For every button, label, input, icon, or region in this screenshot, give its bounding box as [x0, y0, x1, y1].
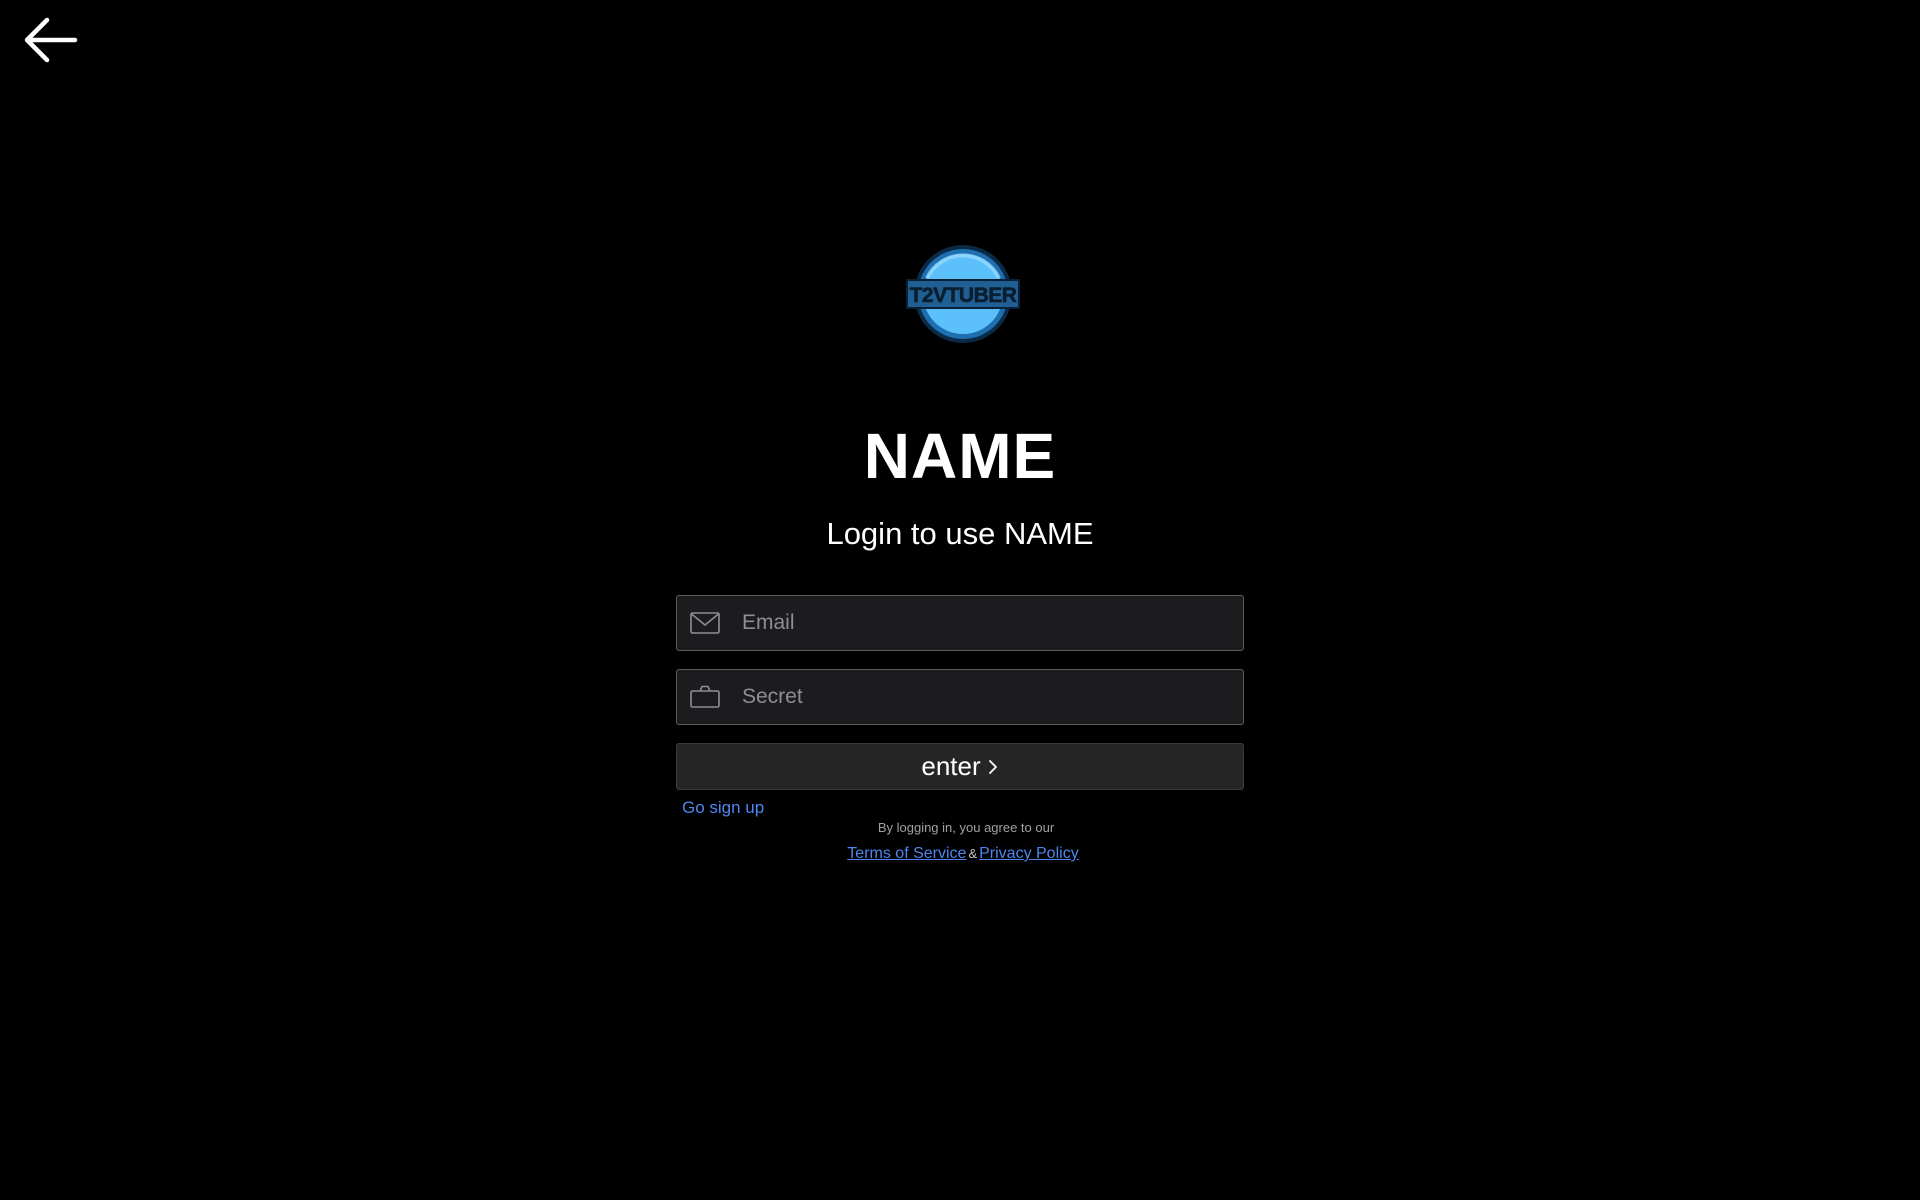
email-field[interactable] — [676, 595, 1244, 651]
login-page: T2VTUBER NAME Login to use NAME enter — [0, 0, 1920, 1200]
brand-logo: T2VTUBER — [905, 242, 1021, 346]
briefcase-icon — [690, 685, 720, 709]
legal-links: Terms of Service & Privacy Policy — [0, 845, 1920, 863]
back-button[interactable] — [20, 14, 80, 66]
secret-field[interactable] — [676, 669, 1244, 725]
page-subtitle: Login to use NAME — [826, 516, 1094, 551]
legal-separator: & — [968, 846, 978, 861]
logo-text: T2VTUBER — [910, 284, 1017, 307]
terms-of-service-link[interactable]: Terms of Service — [847, 845, 966, 862]
email-input[interactable] — [742, 596, 1243, 650]
enter-button[interactable]: enter — [676, 743, 1244, 790]
enter-label: enter — [921, 751, 981, 781]
privacy-policy-link[interactable]: Privacy Policy — [979, 845, 1079, 862]
agreement-text: By logging in, you agree to our — [877, 820, 1055, 835]
arrow-left-icon — [24, 17, 78, 63]
secret-input[interactable] — [742, 670, 1243, 724]
signup-link[interactable]: Go sign up — [682, 798, 764, 818]
chevron-right-icon — [987, 758, 999, 776]
page-title: NAME — [863, 420, 1057, 492]
mail-icon — [690, 611, 720, 635]
